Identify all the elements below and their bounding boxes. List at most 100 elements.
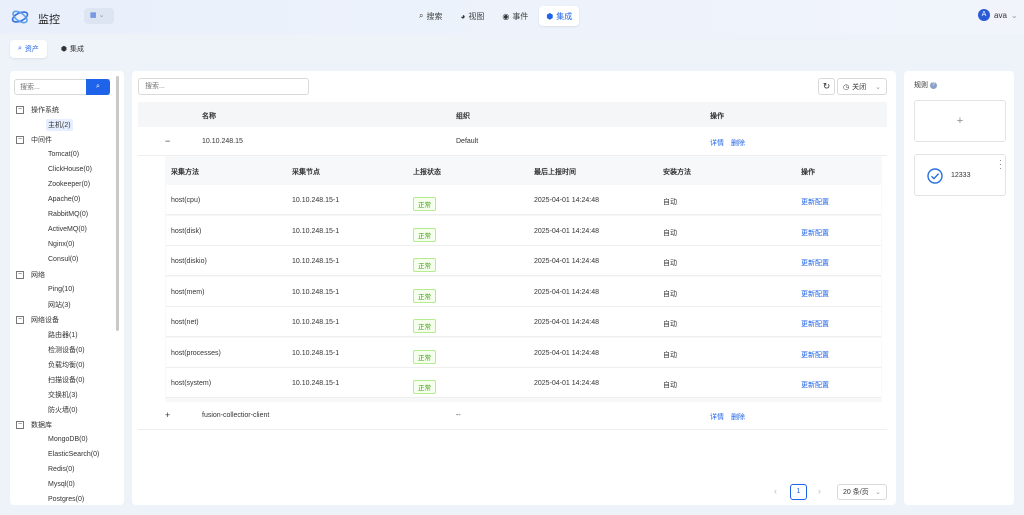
tree-item-label: ElasticSearch(0) [48, 451, 100, 458]
tree-item[interactable]: Nginx(0) [16, 237, 116, 252]
install-method: 自动 [663, 382, 677, 389]
rule-title: 规则 ? [914, 80, 937, 90]
tree-item[interactable]: Tomcat(0) [16, 147, 116, 162]
update-config-link[interactable]: 更新配置 [801, 319, 829, 329]
asset-org: Default [456, 138, 479, 145]
asset-name: fusion-collectior-client [202, 412, 270, 419]
collapse-toggle[interactable]: − [16, 420, 24, 429]
tree-group[interactable]: − 中间件 [16, 132, 116, 147]
detail-link[interactable]: 详情 [710, 138, 724, 148]
tree-item[interactable]: Mysql(0) [16, 477, 116, 492]
tab-assets[interactable]: ⌕ 资产 [10, 40, 47, 58]
tree-item[interactable]: 主机(2) [16, 117, 116, 132]
detail-link[interactable]: 详情 [710, 412, 724, 422]
update-config-link[interactable]: 更新配置 [801, 197, 829, 207]
auto-refresh-select[interactable]: ◷ 关闭 ⌄ [837, 78, 887, 95]
tree-item[interactable]: 网站(3) [16, 297, 116, 312]
collapse-toggle[interactable]: − [16, 105, 24, 114]
tree-group-label: 网络 [31, 271, 45, 279]
last-report-time: 2025-04-01 14:24:48 [534, 319, 599, 326]
clock-icon: ◷ [843, 83, 850, 91]
tree-item[interactable]: ElasticSearch(0) [16, 447, 116, 462]
tree-item[interactable]: 防火墙(0) [16, 402, 116, 417]
tree-item[interactable]: RabbitMQ(0) [16, 207, 116, 222]
tree-item[interactable]: Postgres(0) [16, 492, 116, 505]
subtable-row: host(cpu) 10.10.248.15-1 正常 2025-04-01 14:2… [166, 185, 881, 215]
tree-item[interactable]: 扫描设备(0) [16, 372, 116, 387]
search-icon: ⌕ [419, 11, 424, 20]
help-icon[interactable]: ? [930, 81, 937, 89]
collapse-toggle[interactable]: − [16, 135, 24, 144]
collect-method: host(processes) [171, 349, 221, 357]
tree-group-label: 中间件 [31, 136, 52, 144]
cube-icon: ⬢ [546, 11, 554, 21]
prev-page-icon[interactable]: ‹ [774, 486, 777, 496]
tree-item-label: 检测设备(0) [48, 346, 85, 354]
delete-link[interactable]: 删除 [731, 138, 745, 148]
update-config-link[interactable]: 更新配置 [801, 380, 829, 390]
collect-node: 10.10.248.15-1 [292, 319, 340, 326]
install-method: 自动 [663, 229, 677, 237]
subtable-row: host(processes) 10.10.248.15-1 正常 2025-04-0… [166, 337, 881, 368]
refresh-button[interactable]: ↻ [818, 78, 835, 95]
collapse-toggle[interactable]: − [16, 315, 24, 324]
check-circle-icon [927, 168, 943, 184]
table-header: 名称 组织 操作 [138, 102, 887, 127]
tree-item[interactable]: 检测设备(0) [16, 342, 116, 357]
subtable-header: 采集方法 采集节点 上报状态 最后上报时间 安装方法 操作 [166, 156, 881, 185]
column-header: 最后上报时间 [534, 169, 576, 176]
tree-item[interactable]: MongoDB(0) [16, 432, 116, 447]
nav-view[interactable]: ◕ 视图 [453, 6, 491, 26]
sub-tabs: ⌕ 资产 ⬢ 集成 [10, 40, 92, 58]
nav-event[interactable]: ◉ 事件 [495, 6, 535, 26]
next-page-icon[interactable]: › [818, 486, 821, 496]
tree-item[interactable]: 交换机(3) [16, 387, 116, 402]
nav-integration[interactable]: ⬢ 集成 [539, 6, 580, 26]
rule-panel: 规则 ? + 12333 · · · [904, 71, 1014, 505]
tree-item[interactable]: 路由器(1) [16, 327, 116, 342]
user-menu[interactable]: A ava ⌄ [978, 9, 1018, 21]
collapse-toggle[interactable]: − [16, 270, 24, 279]
column-header: 名称 [202, 113, 216, 120]
tree-item-label: 扫描设备(0) [48, 376, 85, 384]
tree-group[interactable]: − 网络 [16, 267, 116, 282]
tree-item[interactable]: Ping(10) [16, 282, 116, 297]
tree-item[interactable]: ActiveMQ(0) [16, 222, 116, 237]
page-size-select[interactable]: 20 条/页 ⌄ [837, 484, 887, 500]
install-method: 自动 [663, 260, 677, 267]
search-icon: ⌕ [18, 45, 22, 52]
collect-method: host(cpu) [171, 197, 201, 204]
update-config-link[interactable]: 更新配置 [801, 350, 829, 360]
tab-integration[interactable]: ⬢ 集成 [53, 40, 92, 58]
tree-item[interactable]: Zookeeper(0) [16, 177, 116, 192]
tree-group[interactable]: − 操作系统 [16, 102, 116, 117]
update-config-link[interactable]: 更新配置 [801, 258, 829, 268]
last-report-time: 2025-04-01 14:24:48 [534, 258, 599, 265]
update-config-link[interactable]: 更新配置 [801, 289, 829, 299]
tree-group[interactable]: − 网络设备 [16, 312, 116, 327]
asset-tree: − 操作系统 主机(2) − 中间件 Tomcat(0) ClickHouse(0) Zook… [16, 102, 116, 505]
nav-search[interactable]: ⌕ 搜索 [412, 6, 449, 26]
tree-item-label: Postgres(0) [48, 496, 85, 503]
tree-item[interactable]: 负载均衡(0) [16, 357, 116, 372]
status-badge: 正常 [413, 227, 436, 242]
column-header: 采集方法 [171, 169, 199, 176]
tree-search-button[interactable]: ⌕ [86, 79, 110, 95]
tree-item-label: Consul(0) [48, 256, 79, 263]
tree-group[interactable]: − 数据库 [16, 417, 116, 432]
tree-item[interactable]: Consul(0) [16, 252, 116, 267]
page-number[interactable]: 1 [790, 484, 807, 500]
tree-item[interactable]: Redis(0) [16, 462, 116, 477]
asset-search-input[interactable] [138, 78, 309, 95]
expand-toggle[interactable]: + [165, 410, 170, 420]
update-config-link[interactable]: 更新配置 [801, 228, 829, 238]
tree-scrollbar[interactable] [116, 76, 119, 331]
tree-item[interactable]: Apache(0) [16, 192, 116, 207]
app-switcher[interactable]: ▦ ⌄ [84, 8, 114, 24]
collapse-toggle[interactable]: − [165, 136, 170, 146]
add-rule-button[interactable]: + [914, 100, 1006, 142]
rule-card[interactable]: 12333 · · · [914, 154, 1006, 196]
delete-link[interactable]: 删除 [731, 412, 745, 422]
more-icon[interactable]: · · · [999, 157, 1002, 173]
tree-item[interactable]: ClickHouse(0) [16, 162, 116, 177]
